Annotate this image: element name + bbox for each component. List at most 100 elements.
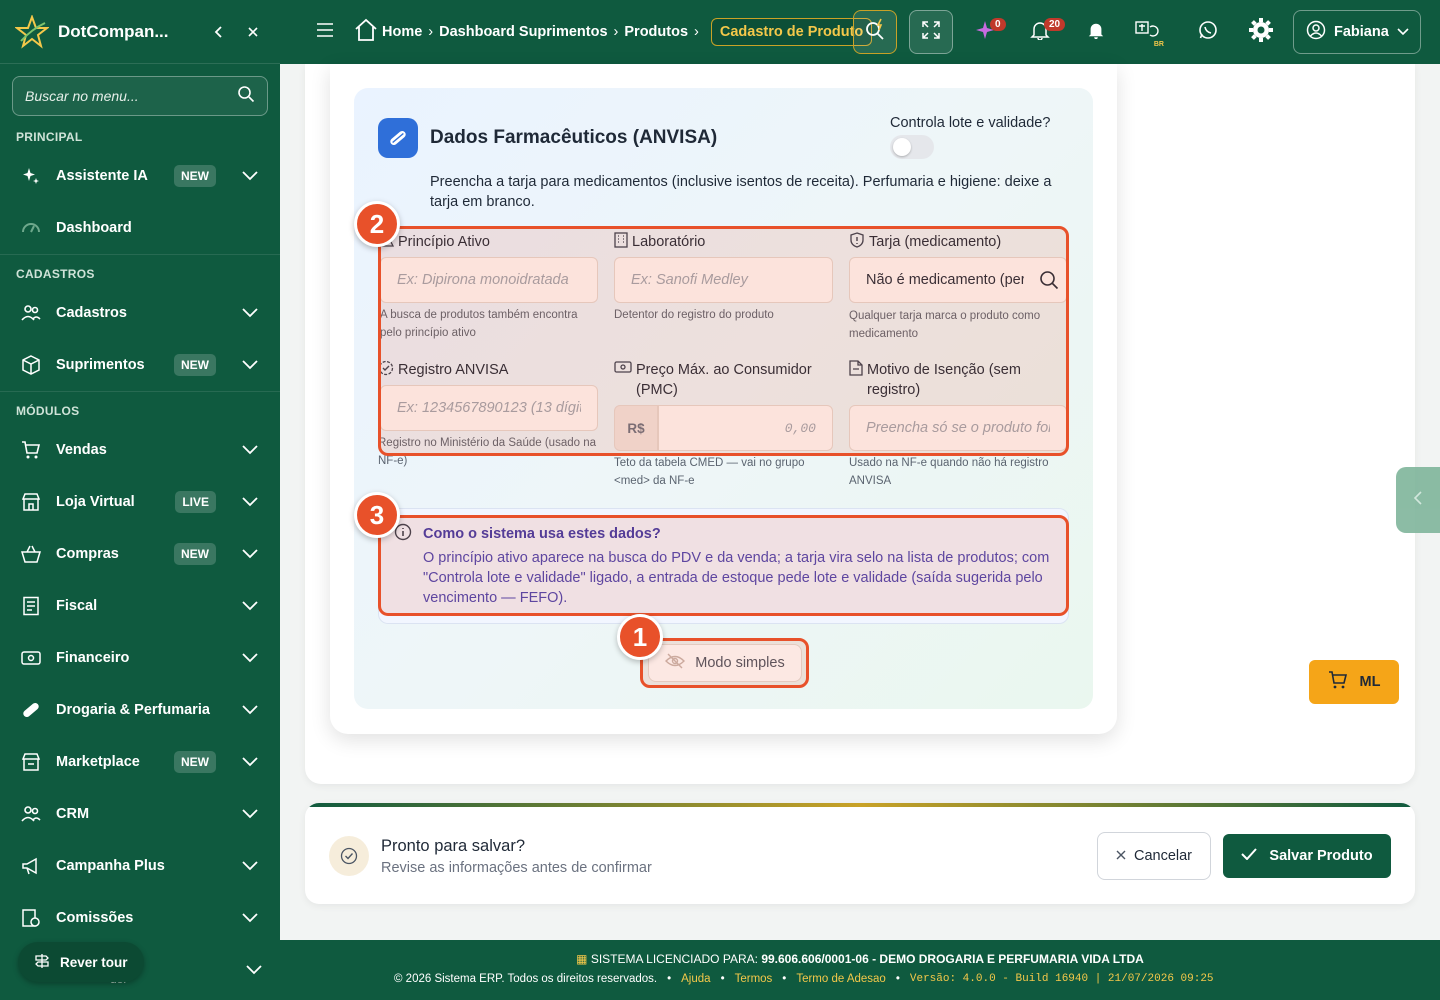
footer-accent-bar [305, 803, 1415, 807]
sidebar-item-dashboard[interactable]: Dashboard [0, 202, 280, 254]
chevron-down-icon [240, 861, 260, 871]
close-icon[interactable] [240, 19, 266, 45]
link-termos[interactable]: Termos [735, 973, 773, 985]
users-icon [20, 302, 42, 324]
sidebar-item-crm[interactable]: CRM [0, 788, 280, 840]
sidebar-item-financeiro[interactable]: Financeiro [0, 632, 280, 684]
sidebar-item-drogaria[interactable]: Drogaria & Perfumaria [0, 684, 280, 736]
chevron-down-icon [240, 497, 260, 507]
breadcrumb-produtos[interactable]: Produtos [624, 24, 688, 40]
users-icon [20, 803, 42, 825]
menu-icon[interactable] [316, 22, 336, 42]
sidebar-item-label: Comissões [56, 910, 134, 926]
chevron-left-icon [1413, 490, 1423, 510]
alerts-button[interactable] [1074, 10, 1118, 54]
lot-control-label: Controla lote e validade? [890, 115, 1051, 131]
building-icon: ▦ [576, 952, 588, 966]
sidebar-item-label: Assistente IA [56, 168, 148, 184]
user-menu-button[interactable]: Fabiana [1293, 10, 1421, 54]
ai-assistant-button[interactable]: 0 [964, 10, 1008, 54]
chevron-down-icon [240, 549, 260, 559]
license-prefix: SISTEMA LICENCIADO PARA: [590, 952, 758, 966]
sidebar-item-cadastros[interactable]: Cadastros [0, 287, 280, 339]
ready-title: Pronto para salvar? [381, 837, 525, 855]
chevron-down-icon [246, 962, 262, 980]
ready-subtitle: Revise as informações antes de confirmar [381, 860, 652, 876]
expand-icon [921, 20, 941, 45]
basket-icon [20, 543, 42, 565]
save-footer: Pronto para salvar? Revise as informaçõe… [305, 803, 1415, 904]
check-circle-icon [329, 836, 369, 876]
collapse-chevron-left-icon[interactable] [206, 19, 232, 45]
copyright-text: © 2026 Sistema ERP. Todos os direitos re… [394, 973, 658, 985]
ml-label: ML [1359, 674, 1381, 690]
ml-button[interactable]: ML [1309, 660, 1399, 704]
section-modulos: MÓDULOS [0, 391, 280, 424]
box-icon [20, 354, 42, 376]
language-button[interactable]: BR [1126, 10, 1170, 54]
pill-icon [378, 118, 418, 158]
sidebar-item-comissoes[interactable]: Comissões [0, 892, 280, 944]
new-badge: NEW [174, 543, 216, 565]
chevron-down-icon [240, 705, 260, 715]
lot-control-toggle[interactable] [890, 135, 934, 159]
cash-icon [20, 647, 42, 669]
store-icon [20, 491, 42, 513]
chevron-down-icon [240, 757, 260, 767]
logo-star-icon [14, 14, 50, 50]
gear-icon [1248, 17, 1274, 48]
quick-search-button[interactable] [853, 10, 897, 54]
fullscreen-button[interactable] [909, 10, 953, 54]
sidebar-item-loja-virtual[interactable]: Loja Virtual LIVE [0, 476, 280, 528]
chevron-down-icon [240, 308, 260, 318]
sidebar: DotCompan... PRINCIPAL Assistente IA NEW… [0, 0, 280, 1000]
version-text: Versão: 4.0.0 - Build 16940 | 21/07/2026… [909, 973, 1214, 985]
tour-highlight-info [378, 515, 1069, 616]
user-circle-icon [1306, 20, 1326, 44]
sidebar-item-assistente-ia[interactable]: Assistente IA NEW [0, 150, 280, 202]
document-list-icon [20, 595, 42, 617]
breadcrumb-dashboard[interactable]: Dashboard Suprimentos [439, 24, 607, 40]
section-cadastros: CADASTROS [0, 254, 280, 287]
sidebar-item-label: Fiscal [56, 598, 98, 614]
side-drawer-tab[interactable] [1396, 467, 1440, 533]
isencao-help: Usado na NF-e quando não há registro ANV… [849, 457, 1049, 487]
search-bolt-icon [863, 18, 887, 47]
rever-tour-button[interactable]: Rever tour [18, 942, 144, 982]
sidebar-item-marketplace[interactable]: Marketplace NEW [0, 736, 280, 788]
breadcrumb-home[interactable]: Home [382, 24, 422, 40]
link-ajuda[interactable]: Ajuda [681, 973, 710, 985]
link-termo-adesao[interactable]: Termo de Adesao [796, 973, 886, 985]
sidebar-item-campanha[interactable]: Campanha Plus [0, 840, 280, 892]
bell-icon [1087, 21, 1105, 44]
license-line: ▦ SISTEMA LICENCIADO PARA: 99.606.606/00… [280, 952, 1440, 966]
tour-highlight-simple-mode [640, 638, 809, 688]
search-icon[interactable] [237, 85, 255, 108]
language-tag: BR [1153, 41, 1164, 48]
sidebar-item-compras[interactable]: Compras NEW [0, 528, 280, 580]
sidebar-item-vendas[interactable]: Vendas [0, 424, 280, 476]
new-badge: NEW [174, 751, 216, 773]
breadcrumb-separator: › [428, 24, 434, 40]
sidebar-item-fiscal[interactable]: Fiscal [0, 580, 280, 632]
chevron-down-icon [240, 913, 260, 923]
marketplace-icon [20, 751, 42, 773]
section-principal: PRINCIPAL [16, 130, 83, 144]
live-badge: LIVE [175, 491, 216, 513]
sidebar-header: DotCompan... [0, 0, 280, 64]
tour-step-3: 3 [354, 492, 400, 538]
cancel-label: Cancelar [1133, 848, 1193, 864]
whatsapp-button[interactable] [1186, 10, 1230, 54]
settings-button[interactable] [1239, 10, 1283, 54]
sidebar-item-suprimentos[interactable]: Suprimentos NEW [0, 339, 280, 391]
section-title: Dados Farmacêuticos (ANVISA) [430, 127, 718, 148]
cart-icon [20, 439, 42, 461]
close-icon [1116, 848, 1126, 864]
save-product-button[interactable]: Salvar Produto [1223, 834, 1391, 878]
cancel-button[interactable]: Cancelar [1097, 832, 1211, 880]
brand-name: DotCompan... [58, 21, 169, 41]
new-badge: NEW [174, 354, 216, 376]
menu-search-input[interactable] [25, 88, 237, 104]
home-icon[interactable] [354, 18, 378, 46]
notifications-button[interactable]: 20 [1018, 10, 1066, 54]
